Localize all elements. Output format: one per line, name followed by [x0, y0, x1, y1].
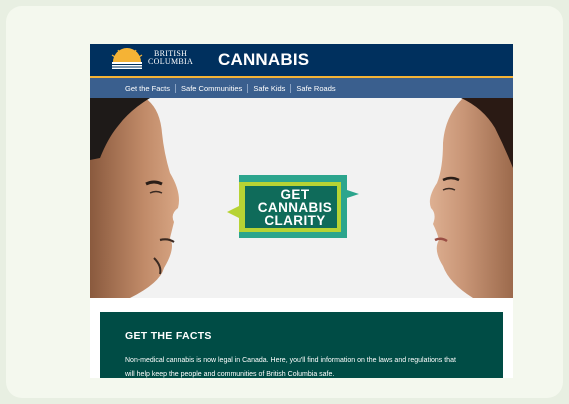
page-frame: BRITISH COLUMBIA CANNABIS Get the Facts …	[6, 6, 563, 398]
site-title[interactable]: CANNABIS	[218, 50, 309, 70]
facts-title: GET THE FACTS	[125, 330, 212, 342]
nav-get-the-facts[interactable]: Get the Facts	[120, 84, 175, 93]
facts-body: Non-medical cannabis is now legal in Can…	[125, 354, 485, 378]
main-nav: Get the Facts Safe Communities Safe Kids…	[90, 78, 513, 98]
get-the-facts-section: GET THE FACTS Non-medical cannabis is no…	[100, 312, 503, 378]
nav-safe-kids[interactable]: Safe Kids	[248, 84, 290, 93]
man-profile-image	[90, 98, 179, 298]
badge-line-3: CLARITY	[264, 213, 326, 228]
logo-text: BRITISH COLUMBIA	[148, 50, 193, 66]
nav-safe-roads[interactable]: Safe Roads	[291, 84, 340, 93]
website-screenshot: BRITISH COLUMBIA CANNABIS Get the Facts …	[90, 44, 513, 378]
facts-body-line-1: Non-medical cannabis is now legal in Can…	[125, 357, 456, 364]
logo-line-2: COLUMBIA	[148, 57, 194, 66]
hero-banner: GET CANNABIS CLARITY	[90, 98, 513, 298]
bc-logo[interactable]: BRITISH COLUMBIA	[110, 48, 200, 72]
site-header: BRITISH COLUMBIA CANNABIS	[90, 44, 513, 76]
sunset-icon	[111, 48, 143, 69]
facts-body-line-2: will help keep the people and communitie…	[125, 371, 335, 378]
woman-profile-image	[429, 98, 513, 298]
cannabis-clarity-badge[interactable]: GET CANNABIS CLARITY	[225, 172, 365, 242]
nav-safe-communities[interactable]: Safe Communities	[176, 84, 247, 93]
